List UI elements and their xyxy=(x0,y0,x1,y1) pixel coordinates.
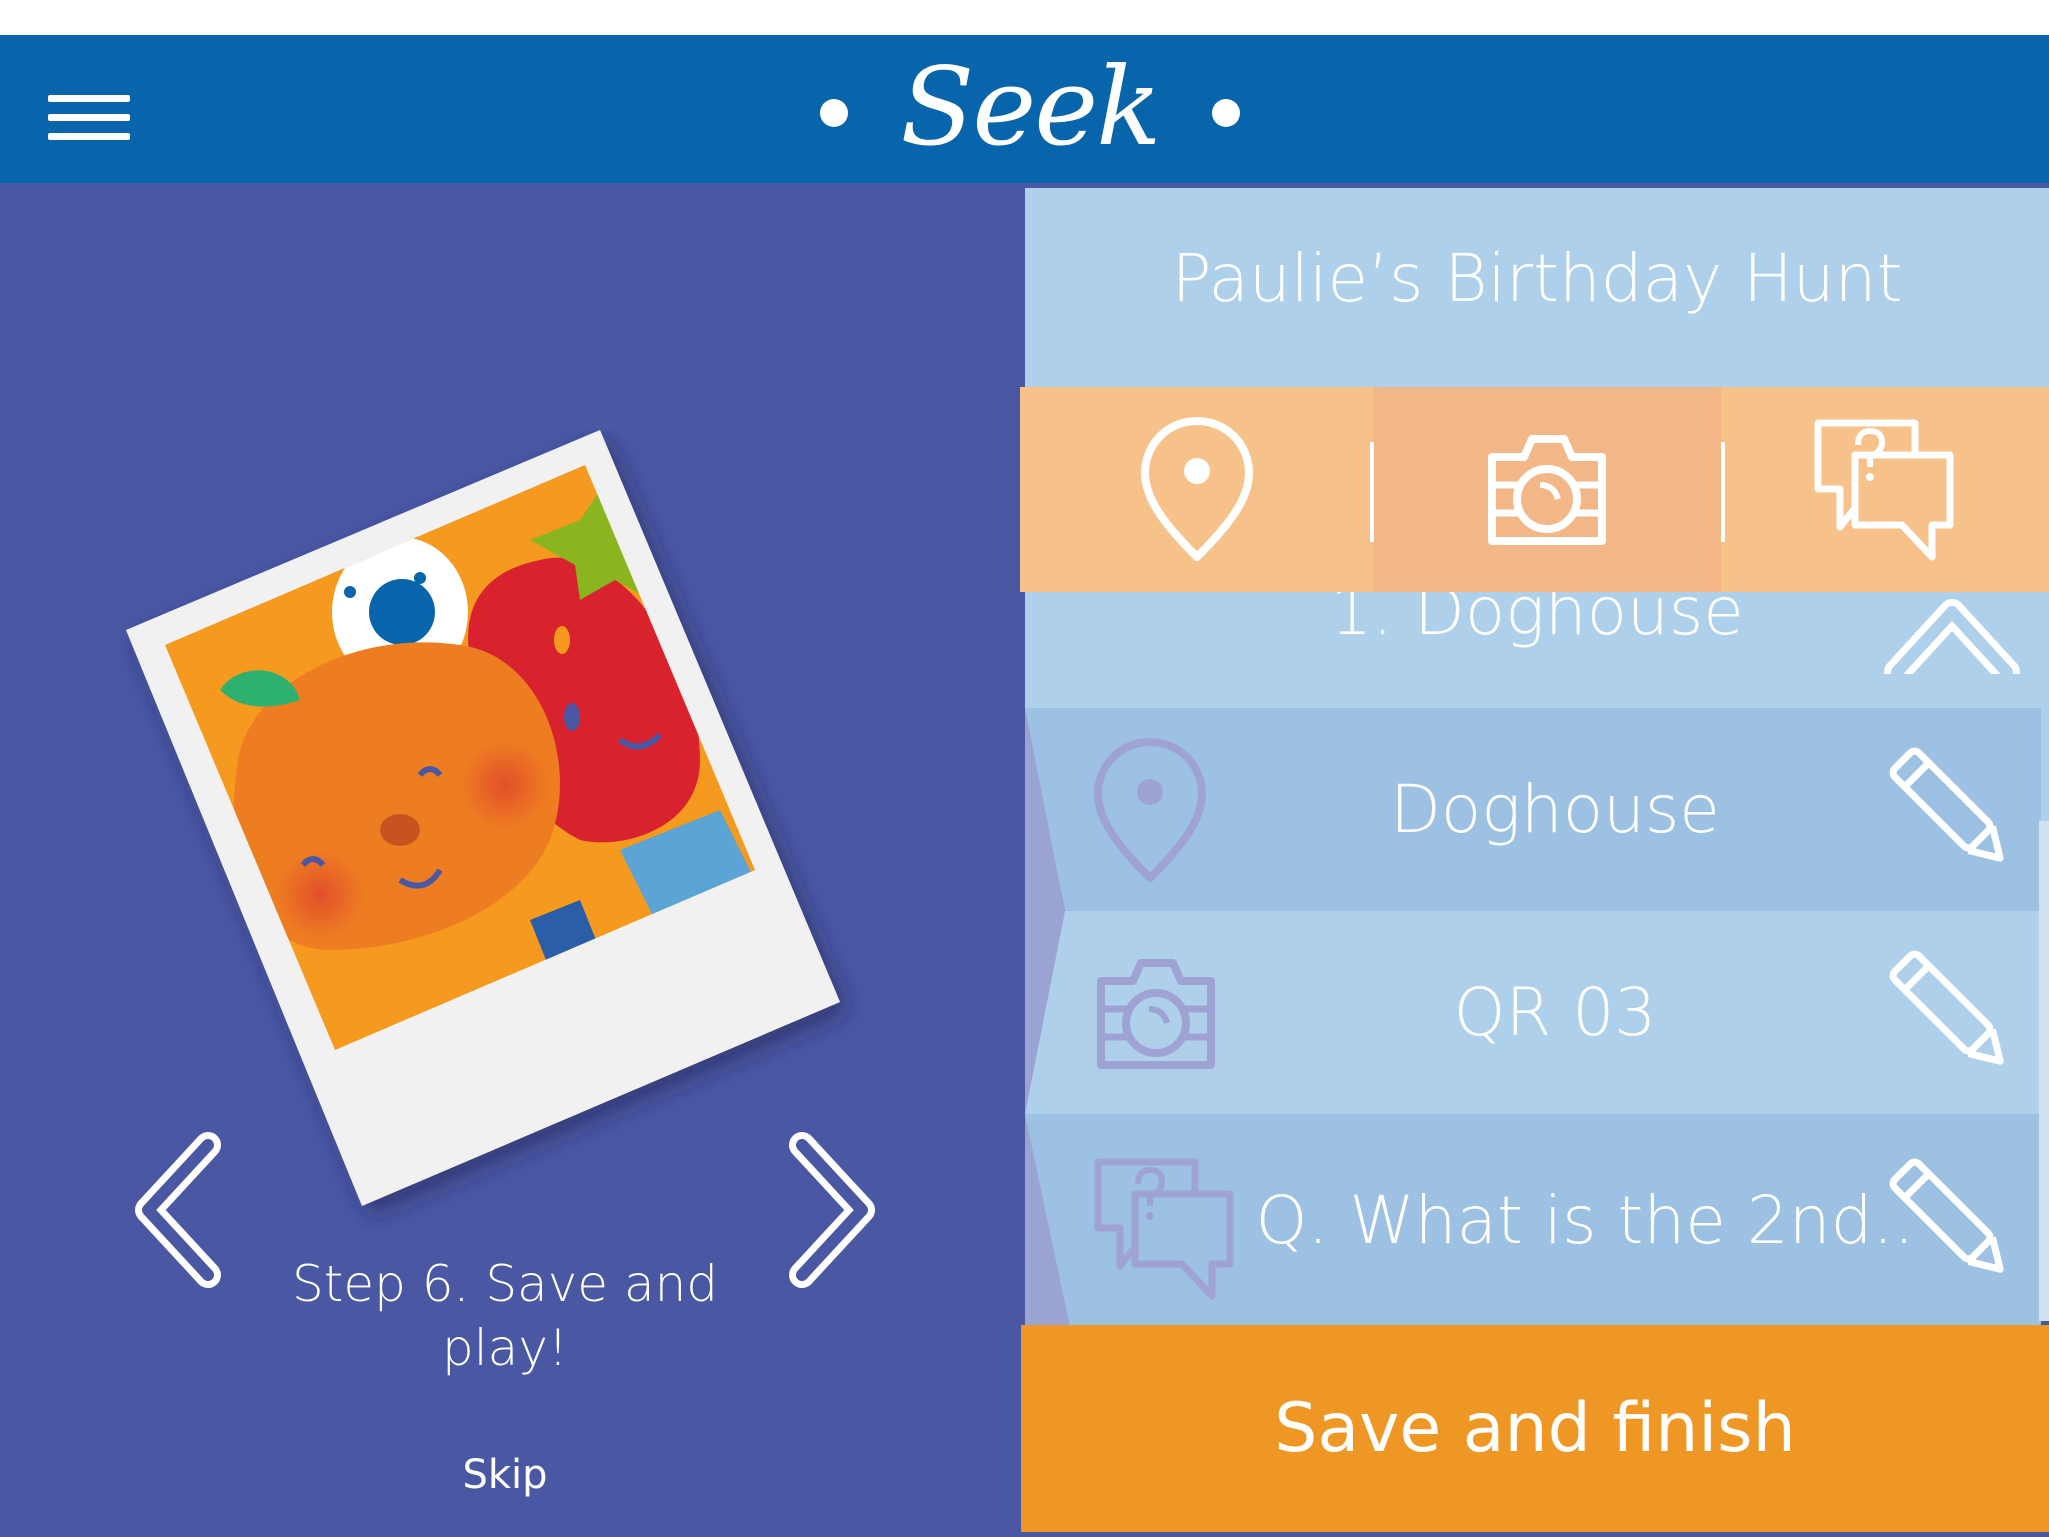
chevron-up-icon xyxy=(1884,599,2020,685)
collapse-section-button[interactable] xyxy=(1877,592,2027,685)
question-chat-icon xyxy=(1814,419,1954,560)
location-pin-icon xyxy=(1090,736,1210,891)
item-label: Doghouse xyxy=(1390,771,1720,848)
scrollbar[interactable] xyxy=(2039,821,2049,1321)
toolbar-divider xyxy=(1721,442,1725,542)
pencil-icon[interactable] xyxy=(1885,946,2015,1081)
chevron-left-icon xyxy=(135,1132,221,1288)
add-qr-photo-button[interactable] xyxy=(1373,387,1721,592)
location-pin-icon xyxy=(1140,416,1253,561)
list-item-question[interactable]: Q. What is the 2nd.. xyxy=(1025,1114,2041,1327)
camera-icon xyxy=(1093,951,1219,1082)
hamburger-menu-icon[interactable] xyxy=(44,83,134,153)
pencil-icon[interactable] xyxy=(1885,1154,2015,1289)
list-item-location[interactable]: Doghouse xyxy=(1025,708,2041,911)
pencil-icon[interactable] xyxy=(1885,743,2015,878)
question-chat-icon xyxy=(1090,1154,1240,1309)
app-logo: Seek xyxy=(820,53,1240,173)
hunt-title: Paulie’s Birthday Hunt xyxy=(1171,240,1903,317)
tutorial-step-text: Step 6. Save and play! xyxy=(291,1255,719,1377)
skip-tutorial-link[interactable]: Skip xyxy=(440,1452,570,1498)
previous-step-button[interactable] xyxy=(128,1125,238,1295)
polaroid-illustration xyxy=(126,430,840,1206)
logo-text: Seek xyxy=(900,45,1161,170)
app-screen: Seek Step 6. Save and play! Skip Paulie’… xyxy=(0,0,2049,1537)
next-step-button[interactable] xyxy=(772,1125,882,1295)
tutorial-illustration xyxy=(60,430,930,1230)
add-location-button[interactable] xyxy=(1020,387,1373,592)
top-bar: Seek xyxy=(0,35,2049,183)
list-item-qr[interactable]: QR 03 xyxy=(1025,911,2041,1114)
tutorial-panel: Step 6. Save and play! Skip xyxy=(0,183,1022,1537)
toolbar-divider xyxy=(1370,442,1374,542)
item-label: QR 03 xyxy=(1453,974,1657,1051)
logo-dot-left xyxy=(820,99,849,127)
save-and-finish-button[interactable]: Save and finish xyxy=(1021,1325,2049,1532)
logo-dot-right xyxy=(1211,99,1240,127)
add-question-button[interactable] xyxy=(1721,387,2049,592)
hunt-title-bar: Paulie’s Birthday Hunt xyxy=(1025,188,2049,388)
chevron-right-icon xyxy=(789,1132,875,1288)
add-item-toolbar xyxy=(1020,387,2049,592)
item-label: Q. What is the 2nd.. xyxy=(1255,1182,1915,1259)
camera-icon xyxy=(1488,434,1606,545)
